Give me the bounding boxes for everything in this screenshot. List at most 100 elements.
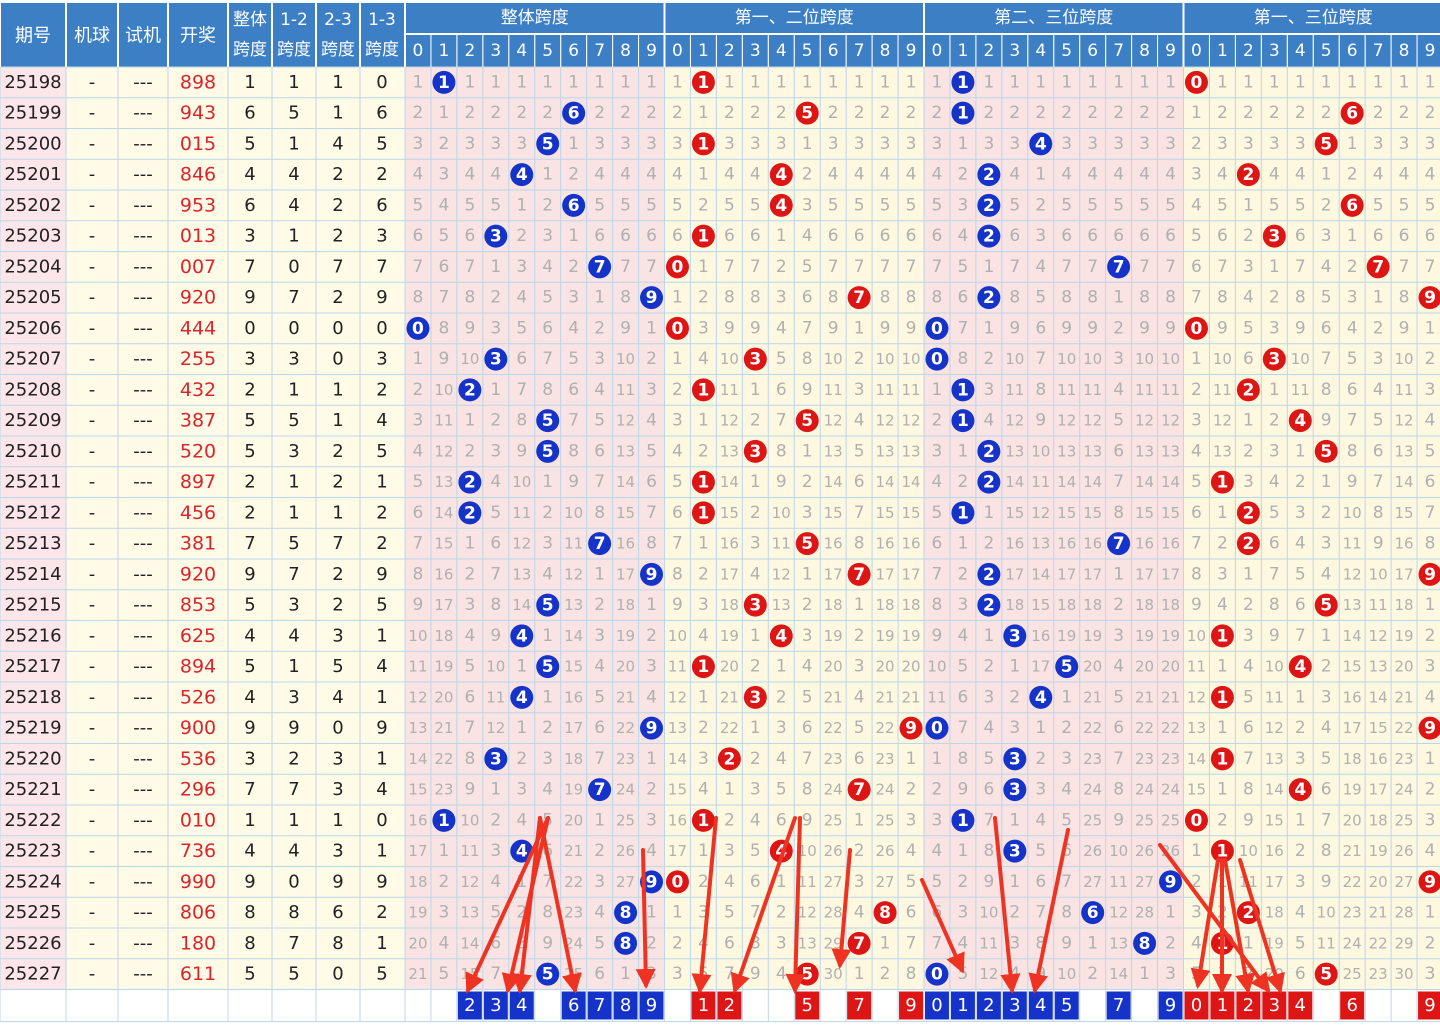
- digit-header: 4: [516, 41, 527, 61]
- hit-ball-label: 3: [490, 350, 502, 370]
- miss-count: 3: [854, 134, 865, 154]
- miss-count: 20: [434, 688, 453, 706]
- miss-count: 11: [1395, 381, 1414, 399]
- hit-ball: 2: [977, 193, 1001, 217]
- hit-ball-label: 9: [905, 719, 917, 739]
- period-cell: 25214: [4, 564, 61, 585]
- miss-count: 2: [672, 933, 683, 953]
- miss-count: 3: [490, 841, 501, 861]
- miss-count: 1: [1009, 72, 1020, 92]
- miss-count: 10: [1031, 442, 1050, 460]
- miss-count: 7: [516, 380, 527, 400]
- miss-count: 22: [1083, 719, 1102, 737]
- miss-count: 13: [1135, 442, 1154, 460]
- miss-count: 3: [1009, 134, 1020, 154]
- miss-count: 20: [616, 658, 635, 676]
- miss-count: 2: [594, 841, 605, 861]
- miss-count: 4: [1321, 257, 1332, 277]
- miss-count: 6: [1217, 226, 1228, 246]
- miss-count: 4: [854, 165, 865, 185]
- miss-count: 11: [460, 842, 479, 860]
- hit-ball-label: 3: [1268, 227, 1280, 247]
- miss-count: 29: [1395, 934, 1414, 952]
- d23-span-value: 0: [332, 318, 343, 339]
- digit-header: 2: [983, 41, 994, 61]
- hit-ball-label: 2: [983, 442, 995, 462]
- miss-count: 1: [672, 349, 683, 369]
- hit-ball: 4: [510, 839, 534, 863]
- miss-count: 12: [1187, 688, 1206, 706]
- digit-header: 3: [490, 41, 501, 61]
- hit-ball-label: 0: [672, 872, 684, 892]
- miss-count: 15: [668, 781, 687, 799]
- machine-cell: -: [89, 810, 96, 831]
- miss-count: 18: [1395, 596, 1414, 614]
- miss-count: 1: [1087, 72, 1098, 92]
- d13-span-value: 9: [376, 718, 387, 739]
- miss-count: 1: [1347, 72, 1358, 92]
- miss-count: 8: [906, 964, 917, 984]
- miss-count: 3: [646, 380, 657, 400]
- miss-count: 23: [1369, 965, 1388, 983]
- period-cell: 25216: [4, 625, 61, 646]
- miss-count: 4: [1295, 165, 1306, 185]
- miss-count: 17: [1031, 658, 1050, 676]
- d23-span-value: 3: [332, 748, 343, 769]
- draw-cell: 255: [180, 348, 216, 370]
- miss-count: 4: [1113, 380, 1124, 400]
- miss-count: 4: [1321, 564, 1332, 584]
- period-cell: 25211: [4, 472, 61, 493]
- miss-count: 6: [1191, 503, 1202, 523]
- miss-count: 2: [776, 257, 787, 277]
- miss-count: 2: [854, 103, 865, 123]
- overall-span-value: 9: [244, 871, 255, 892]
- hit-ball: 3: [484, 347, 508, 371]
- miss-count: 3: [750, 780, 761, 800]
- hit-ball-label: 8: [620, 934, 632, 954]
- miss-count: 10: [1005, 350, 1024, 368]
- miss-count: 8: [724, 288, 735, 308]
- hit-ball-label: 9: [1424, 288, 1436, 308]
- miss-count: 16: [434, 565, 453, 583]
- miss-count: 5: [594, 411, 605, 431]
- prediction-digit: 5: [801, 995, 812, 1016]
- miss-count: 6: [413, 503, 424, 523]
- hit-ball: 3: [743, 439, 767, 463]
- draw-cell: 990: [180, 871, 216, 893]
- hit-ball-label: 8: [620, 903, 632, 923]
- miss-count: 3: [413, 411, 424, 431]
- miss-count: 7: [854, 503, 865, 523]
- miss-count: 4: [1321, 718, 1332, 738]
- miss-count: 8: [542, 380, 553, 400]
- miss-count: 1: [542, 687, 553, 707]
- miss-count: 3: [828, 134, 839, 154]
- hit-ball: 7: [1107, 255, 1131, 279]
- miss-count: 5: [958, 964, 969, 984]
- miss-count: 2: [932, 411, 943, 431]
- miss-count: 14: [1031, 565, 1050, 583]
- miss-count: 7: [724, 964, 735, 984]
- miss-count: 2: [464, 441, 475, 461]
- miss-count: 5: [1165, 195, 1176, 215]
- miss-count: 4: [490, 872, 501, 892]
- hit-ball-label: 7: [1372, 257, 1384, 277]
- miss-count: 4: [750, 165, 761, 185]
- miss-count: 22: [1343, 873, 1362, 891]
- miss-count: 2: [646, 349, 657, 369]
- miss-count: 3: [854, 657, 865, 677]
- machine-cell: -: [89, 902, 96, 923]
- miss-count: 26: [1161, 842, 1180, 860]
- miss-count: 24: [1135, 781, 1154, 799]
- miss-count: 5: [1425, 195, 1436, 215]
- miss-count: 11: [1239, 873, 1258, 891]
- digit-header: 8: [620, 41, 631, 61]
- miss-count: 4: [776, 749, 787, 769]
- miss-count: 14: [1083, 473, 1102, 491]
- miss-count: 6: [1113, 718, 1124, 738]
- miss-count: 2: [958, 564, 969, 584]
- span-pair-header: 2-3: [324, 10, 352, 30]
- miss-count: 5: [776, 780, 787, 800]
- period-cell: 25203: [4, 226, 61, 247]
- period-cell: 25200: [4, 133, 61, 154]
- miss-count: 1: [1425, 595, 1436, 615]
